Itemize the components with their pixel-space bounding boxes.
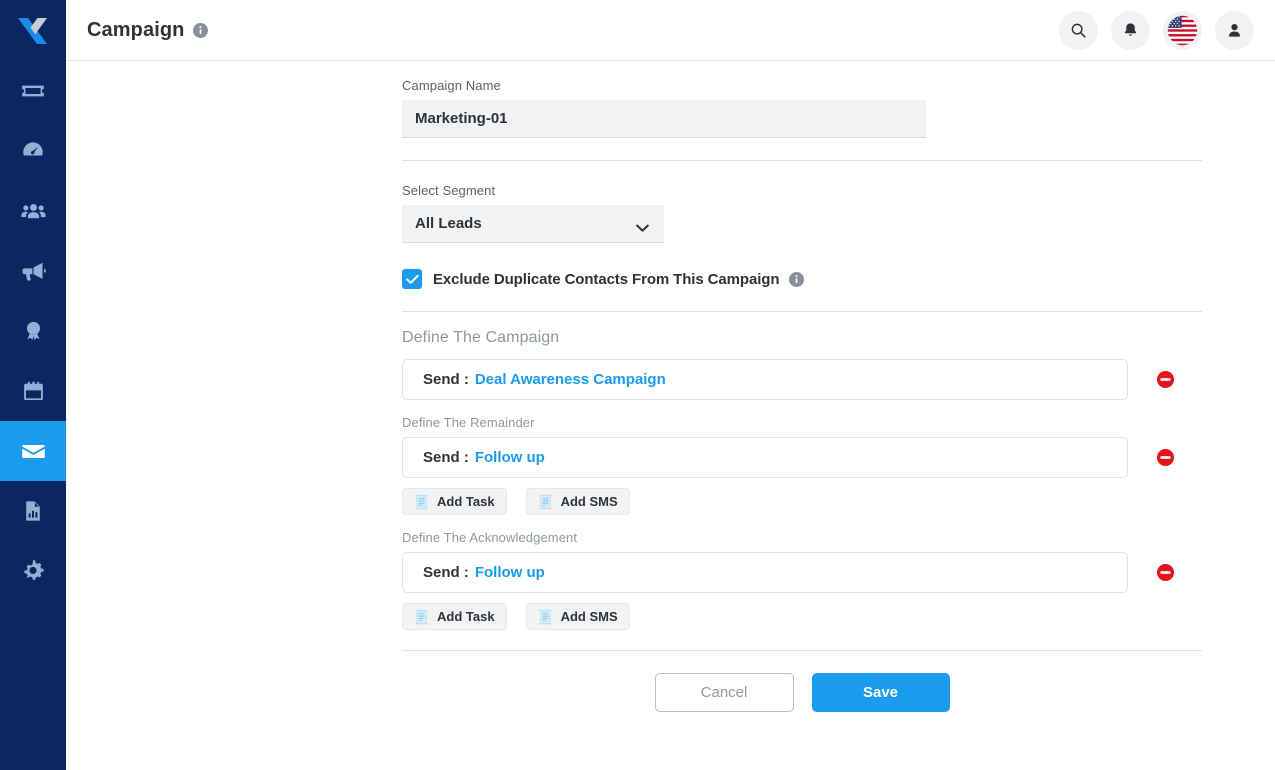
remove-circle-icon[interactable] — [1156, 448, 1175, 467]
segment-select-wrap: All Leads — [402, 205, 664, 243]
add-task-label: Add Task — [437, 494, 495, 509]
step-row-campaign: Send : Deal Awareness Campaign — [402, 359, 1202, 400]
gear-icon — [24, 559, 44, 580]
check-icon — [405, 274, 419, 284]
add-task-button-acknowledgement[interactable]: Add Task — [402, 603, 507, 630]
add-sms-label: Add SMS — [560, 609, 618, 624]
step-row-acknowledgement: Send : Follow up — [402, 552, 1202, 593]
app-root: Campaign Campaign Name Marketing-01 Sele… — [0, 0, 1275, 770]
step-send-value[interactable]: Follow up — [475, 449, 545, 466]
search-button[interactable] — [1059, 10, 1098, 50]
divider-2 — [402, 311, 1202, 312]
speedometer-icon — [23, 142, 43, 156]
task-document-icon — [414, 609, 429, 625]
sidebar-item-deals[interactable] — [0, 301, 66, 361]
exclude-duplicates-checkbox[interactable] — [402, 269, 422, 289]
save-button[interactable]: Save — [811, 673, 950, 712]
sidebar — [0, 0, 66, 770]
search-icon — [1071, 23, 1086, 38]
section-title-campaign: Define The Campaign — [402, 329, 560, 346]
ticket-icon — [22, 85, 44, 97]
envelope-icon — [21, 444, 45, 458]
exclude-duplicates-label: Exclude Duplicate Contacts From This Cam… — [433, 270, 780, 288]
step-send-value[interactable]: Follow up — [475, 564, 545, 581]
action-buttons-acknowledgement: Add Task Add SMS — [402, 603, 1202, 630]
sidebar-item-dashboard[interactable] — [0, 121, 66, 181]
campaign-name-input[interactable] — [402, 100, 926, 138]
step-box-remainder[interactable]: Send : Follow up — [402, 437, 1128, 478]
sidebar-item-tickets[interactable] — [0, 61, 66, 121]
x-logo[interactable] — [0, 0, 66, 61]
segment-label: Select Segment — [402, 183, 496, 198]
sidebar-item-contacts[interactable] — [0, 181, 66, 241]
add-sms-label: Add SMS — [560, 494, 618, 509]
calendar-icon — [23, 381, 43, 400]
step-send-label: Send : — [423, 449, 469, 466]
step-box-campaign[interactable]: Send : Deal Awareness Campaign — [402, 359, 1128, 400]
sidebar-item-reports[interactable] — [0, 481, 66, 541]
megaphone-icon — [21, 262, 46, 280]
profile-button[interactable] — [1215, 10, 1254, 50]
sms-document-icon — [538, 494, 553, 510]
us-flag-icon — [1167, 15, 1198, 45]
campaign-form: Campaign Name Select Segment All Leads — [402, 61, 1202, 712]
section-title-acknowledgement: Define The Acknowledgement — [402, 530, 578, 545]
step-send-value[interactable]: Deal Awareness Campaign — [475, 371, 666, 388]
main-area: Campaign Campaign Name Marketing-01 Sele… — [66, 0, 1275, 770]
sidebar-item-marketing[interactable] — [0, 241, 66, 301]
add-sms-button-acknowledgement[interactable]: Add SMS — [525, 603, 630, 630]
remove-circle-icon[interactable] — [1156, 370, 1175, 389]
sms-document-icon — [538, 609, 553, 625]
bell-icon — [1124, 22, 1137, 36]
topbar-actions — [1059, 10, 1254, 50]
language-button[interactable] — [1163, 10, 1202, 50]
exclude-duplicates-row: Exclude Duplicate Contacts From This Cam… — [402, 269, 1202, 289]
step-box-acknowledgement[interactable]: Send : Follow up — [402, 552, 1128, 593]
divider-1 — [402, 160, 1202, 161]
exclude-duplicates-info-icon[interactable] — [789, 271, 805, 287]
award-icon — [26, 321, 40, 340]
action-buttons-remainder: Add Task Add SMS — [402, 488, 1202, 515]
footer-actions: Cancel Save — [402, 673, 1202, 712]
cancel-button[interactable]: Cancel — [654, 673, 794, 712]
section-title-remainder: Define The Remainder — [402, 415, 535, 430]
page-title: Campaign — [87, 18, 185, 41]
sidebar-item-settings[interactable] — [0, 541, 66, 601]
remove-circle-icon[interactable] — [1156, 563, 1175, 582]
divider-3 — [402, 650, 1202, 651]
add-sms-button-remainder[interactable]: Add SMS — [525, 488, 630, 515]
segment-value: All Leads — [415, 215, 482, 232]
task-document-icon — [414, 494, 429, 510]
topbar: Campaign — [66, 0, 1275, 61]
sidebar-item-calendar[interactable] — [0, 361, 66, 421]
content-area: Campaign Name Select Segment All Leads — [66, 61, 1275, 770]
segment-select[interactable]: All Leads — [402, 205, 664, 243]
campaign-name-label: Campaign Name — [402, 78, 501, 93]
report-icon — [26, 501, 40, 521]
sidebar-nav — [0, 61, 66, 601]
user-icon — [1229, 23, 1240, 37]
step-row-remainder: Send : Follow up — [402, 437, 1202, 478]
notifications-button[interactable] — [1111, 10, 1150, 50]
step-send-label: Send : — [423, 564, 469, 581]
sidebar-item-campaign[interactable] — [0, 421, 66, 481]
info-icon[interactable] — [193, 22, 209, 38]
step-send-label: Send : — [423, 371, 469, 388]
add-task-label: Add Task — [437, 609, 495, 624]
users-icon — [20, 203, 46, 218]
add-task-button-remainder[interactable]: Add Task — [402, 488, 507, 515]
